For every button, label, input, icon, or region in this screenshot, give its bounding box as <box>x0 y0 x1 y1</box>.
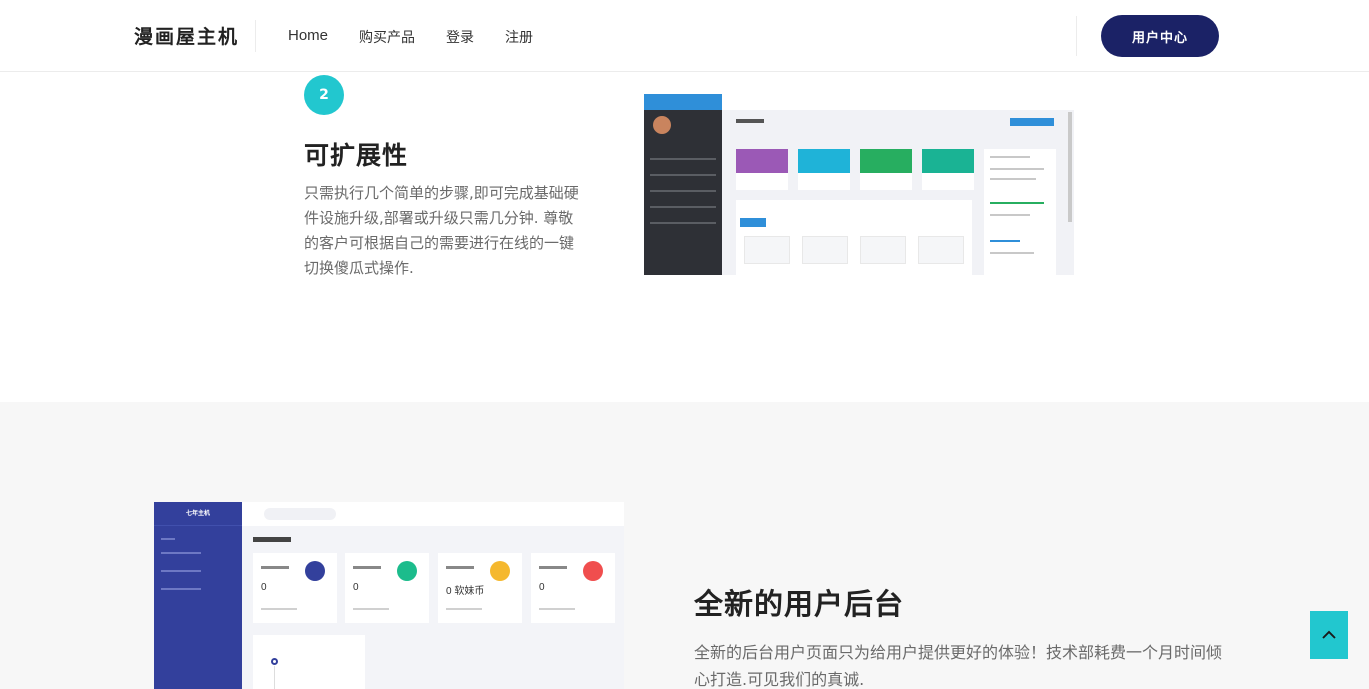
mock-stat-card <box>922 149 974 173</box>
feature-title: 全新的用户后台 <box>694 587 905 621</box>
mock-notice-panel <box>253 635 365 689</box>
mock-dashboard-sidebar: 七年主机 <box>154 502 242 689</box>
panel-screenshot-image <box>644 94 1074 275</box>
mock-stat-card-footer <box>798 173 850 190</box>
mock-card-icon <box>583 561 603 581</box>
mock-stat-card-footer <box>736 173 788 190</box>
mock-sidebar <box>644 94 722 275</box>
mock-card-icon <box>305 561 325 581</box>
mock-card-footer <box>539 608 575 610</box>
dashboard-screenshot-image: 七年主机 0 0 0 软妹币 0 <box>154 502 624 689</box>
mock-card-footer <box>446 608 482 610</box>
feature-description: 只需执行几个简单的步骤,即可完成基础硬件设施升级,部署或升级只需几分钟. 尊敬的… <box>304 184 579 277</box>
mock-sidebar-item <box>650 158 716 160</box>
mock-sidebar-item <box>650 222 716 224</box>
mock-card-label <box>446 566 474 569</box>
mock-stat-card-footer <box>860 173 912 190</box>
nav-login[interactable]: 登录 <box>446 27 474 47</box>
mock-text-line <box>990 214 1030 216</box>
mock-text-line <box>990 168 1044 170</box>
main-nav: Home 购买产品 登录 注册 <box>288 27 533 47</box>
mock-card-value: 0 <box>353 582 359 593</box>
mock-sidebar-item <box>161 552 201 554</box>
feature-description: 全新的后台用户页面只为给用户提供更好的体验！技术部耗费一个月时间倾心打造.可见我… <box>694 643 1223 689</box>
mock-dashboard-title <box>253 537 291 542</box>
mock-card-value: 0 软妹币 <box>446 586 485 597</box>
mock-sidebar-item <box>650 174 716 176</box>
mock-sidebar-item <box>650 190 716 192</box>
mock-text-line <box>990 178 1036 180</box>
mock-card-label <box>539 566 567 569</box>
mock-card-value: 0 <box>539 582 545 593</box>
mock-function-tile <box>860 236 906 264</box>
mock-card-icon <box>397 561 417 581</box>
mock-sidebar-header <box>644 94 722 110</box>
mock-card-label <box>353 566 381 569</box>
mock-card-footer <box>261 608 297 610</box>
nav-buy-products[interactable]: 购买产品 <box>359 27 415 47</box>
mock-function-tile <box>918 236 964 264</box>
mock-function-tile <box>744 236 790 264</box>
header-divider <box>255 20 256 52</box>
mock-sidebar-item <box>650 206 716 208</box>
mock-timeline-dot <box>271 658 278 665</box>
mock-topbar <box>722 94 1074 110</box>
header-divider-right <box>1076 16 1077 56</box>
mock-stat-card <box>798 149 850 173</box>
chevron-up-icon <box>1322 630 1336 639</box>
mock-tab <box>740 218 766 227</box>
mock-sidebar-item <box>161 570 201 572</box>
mock-sidebar-item <box>161 538 175 540</box>
mock-text-line <box>990 252 1034 254</box>
mock-text-line <box>990 202 1044 204</box>
nav-home[interactable]: Home <box>288 27 328 47</box>
brand-logo[interactable]: 漫画屋主机 <box>134 22 239 49</box>
mock-function-tile <box>802 236 848 264</box>
mock-stat-card <box>860 149 912 173</box>
mock-search-input <box>264 508 336 520</box>
mock-scrollbar <box>1068 112 1072 222</box>
mock-card-footer <box>353 608 389 610</box>
feature-title: 可扩展性 <box>304 141 409 170</box>
mock-stat-card-footer <box>922 173 974 190</box>
mock-timeline-line <box>274 666 275 689</box>
mock-stat-card <box>736 149 788 173</box>
mock-button <box>1010 118 1054 126</box>
mock-avatar <box>653 116 671 134</box>
mock-dashboard-brand: 七年主机 <box>154 502 242 526</box>
nav-register[interactable]: 注册 <box>505 27 533 47</box>
step-number-badge: 2 <box>304 75 344 115</box>
mock-card-value: 0 <box>261 582 267 593</box>
mock-page-title <box>736 119 764 123</box>
site-header: 漫画屋主机 Home 购买产品 登录 注册 用户中心 <box>0 0 1369 72</box>
user-center-button[interactable]: 用户中心 <box>1101 15 1219 57</box>
back-to-top-button[interactable] <box>1310 611 1348 659</box>
mock-card-label <box>261 566 289 569</box>
mock-text-line <box>990 156 1030 158</box>
mock-sidebar-item <box>161 588 201 590</box>
mock-card-icon <box>490 561 510 581</box>
mock-text-line <box>990 240 1020 242</box>
page: 漫画屋主机 Home 购买产品 登录 注册 用户中心 2 可扩展性 只需执行几个… <box>0 0 1369 689</box>
